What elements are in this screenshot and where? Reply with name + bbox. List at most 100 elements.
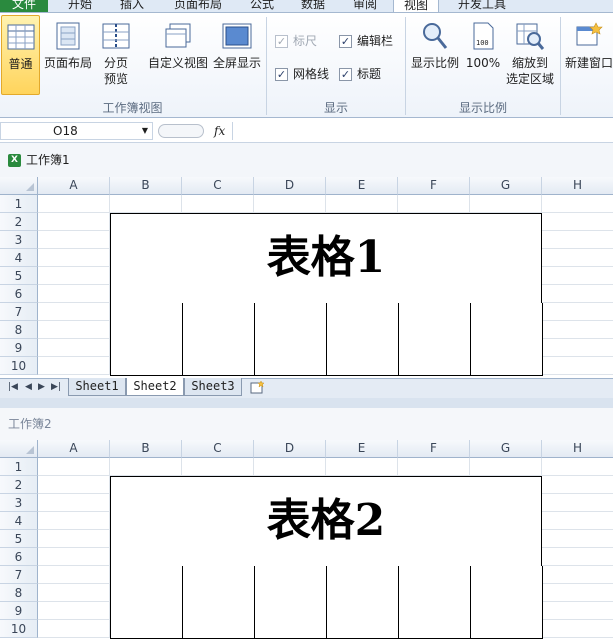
headings-checkbox[interactable]: ✓ 标题 [339, 67, 381, 81]
table-cell[interactable] [110, 321, 183, 340]
column-header-f[interactable]: F [398, 440, 470, 458]
column-header-e[interactable]: E [326, 177, 398, 195]
table-cell[interactable] [254, 357, 327, 376]
sheet-tab-sheet3[interactable]: Sheet3 [184, 378, 242, 396]
table-cell[interactable] [182, 566, 255, 585]
formula-resize-handle[interactable] [158, 124, 204, 138]
workbook2-grid[interactable]: A B C D E F G H 1 2 3 4 5 6 7 8 9 10 表格2 [0, 440, 613, 641]
table-cell[interactable] [110, 566, 183, 585]
tab-review[interactable]: 审阅 [343, 0, 387, 12]
column-header-g[interactable]: G [470, 440, 542, 458]
table-cell[interactable] [470, 584, 543, 603]
table-cell[interactable] [110, 339, 183, 358]
table-cell[interactable] [326, 584, 399, 603]
workbook1-title-bar[interactable]: X 工作簿1 [0, 143, 613, 177]
tab-page-layout[interactable]: 页面布局 [163, 0, 233, 12]
table-cell[interactable] [254, 566, 327, 585]
gridlines-checkbox[interactable]: ✓ 网格线 [275, 67, 329, 81]
column-header-c[interactable]: C [182, 177, 254, 195]
row-header-4[interactable]: 4 [0, 249, 38, 267]
row-header-4[interactable]: 4 [0, 512, 38, 530]
tab-insert[interactable]: 插入 [110, 0, 154, 12]
row-header-9[interactable]: 9 [0, 602, 38, 620]
table-cell[interactable] [182, 303, 255, 322]
row-header-9[interactable]: 9 [0, 339, 38, 357]
row-header-3[interactable]: 3 [0, 231, 38, 249]
table-cell[interactable] [326, 357, 399, 376]
column-header-a[interactable]: A [38, 177, 110, 195]
column-header-b[interactable]: B [110, 177, 182, 195]
table-cell[interactable] [470, 602, 543, 621]
table-cell[interactable] [254, 620, 327, 639]
row-header-6[interactable]: 6 [0, 285, 38, 303]
table-cell[interactable] [470, 357, 543, 376]
row-header-1[interactable]: 1 [0, 195, 38, 213]
full-screen-button[interactable]: 全屏显示 [210, 21, 264, 71]
table-cell[interactable] [398, 620, 471, 639]
workbook2-title-bar[interactable]: 工作簿2 [0, 408, 613, 440]
select-all-corner[interactable] [0, 177, 38, 195]
table-cell[interactable] [398, 303, 471, 322]
ruler-checkbox[interactable]: ✓ 标尺 [275, 34, 317, 48]
column-header-d[interactable]: D [254, 440, 326, 458]
table-cell[interactable] [110, 584, 183, 603]
prev-sheet-icon[interactable]: ◀ [25, 382, 32, 392]
table-cell[interactable] [110, 357, 183, 376]
normal-view-button[interactable]: 普通 [1, 15, 40, 95]
table-cell[interactable] [326, 303, 399, 322]
table-cell[interactable] [110, 303, 183, 322]
custom-views-button[interactable]: 自定义视图 [146, 21, 210, 71]
table-cell[interactable] [398, 357, 471, 376]
column-header-c[interactable]: C [182, 440, 254, 458]
table-cell[interactable] [110, 602, 183, 621]
zoom-100-button[interactable]: 100 100% [463, 21, 503, 71]
column-header-h[interactable]: H [542, 177, 613, 195]
table-cell[interactable] [254, 303, 327, 322]
row-header-5[interactable]: 5 [0, 267, 38, 285]
table-cell[interactable] [398, 584, 471, 603]
tab-file[interactable]: 文件 [0, 0, 48, 12]
row-header-2[interactable]: 2 [0, 213, 38, 231]
sheet-tab-sheet1[interactable]: Sheet1 [68, 378, 126, 396]
row-header-8[interactable]: 8 [0, 321, 38, 339]
formula-input[interactable] [232, 122, 613, 140]
table-cell[interactable] [182, 339, 255, 358]
workbook2-table-title[interactable]: 表格2 [110, 476, 542, 567]
table-cell[interactable] [182, 602, 255, 621]
dropdown-arrow-icon[interactable]: ▼ [142, 123, 148, 139]
last-sheet-icon[interactable]: ▶| [51, 382, 61, 392]
row-header-3[interactable]: 3 [0, 494, 38, 512]
tab-home[interactable]: 开始 [58, 0, 102, 12]
row-header-1[interactable]: 1 [0, 458, 38, 476]
table-cell[interactable] [182, 321, 255, 340]
next-sheet-icon[interactable]: ▶ [38, 382, 45, 392]
row-header-7[interactable]: 7 [0, 303, 38, 321]
row-header-5[interactable]: 5 [0, 530, 38, 548]
table-cell[interactable] [254, 339, 327, 358]
tab-formulas[interactable]: 公式 [240, 0, 284, 12]
table-cell[interactable] [470, 339, 543, 358]
table-cell[interactable] [470, 566, 543, 585]
column-header-g[interactable]: G [470, 177, 542, 195]
row-header-8[interactable]: 8 [0, 584, 38, 602]
table-cell[interactable] [254, 584, 327, 603]
table-cell[interactable] [326, 566, 399, 585]
table-cell[interactable] [254, 321, 327, 340]
row-header-6[interactable]: 6 [0, 548, 38, 566]
row-header-2[interactable]: 2 [0, 476, 38, 494]
table-cell[interactable] [398, 339, 471, 358]
table-cell[interactable] [470, 620, 543, 639]
page-break-preview-button[interactable]: 分页 预览 [96, 21, 136, 87]
insert-function-icon[interactable]: fx [214, 122, 225, 140]
table-cell[interactable] [182, 357, 255, 376]
column-header-b[interactable]: B [110, 440, 182, 458]
column-header-f[interactable]: F [398, 177, 470, 195]
sheet-tab-sheet2[interactable]: Sheet2 [126, 378, 184, 396]
formula-bar-checkbox[interactable]: ✓ 编辑栏 [339, 34, 393, 48]
row-header-10[interactable]: 10 [0, 620, 38, 638]
name-box[interactable]: O18 ▼ [0, 122, 153, 140]
select-all-corner[interactable] [0, 440, 38, 458]
row-header-7[interactable]: 7 [0, 566, 38, 584]
table-cell[interactable] [182, 584, 255, 603]
table-cell[interactable] [398, 566, 471, 585]
